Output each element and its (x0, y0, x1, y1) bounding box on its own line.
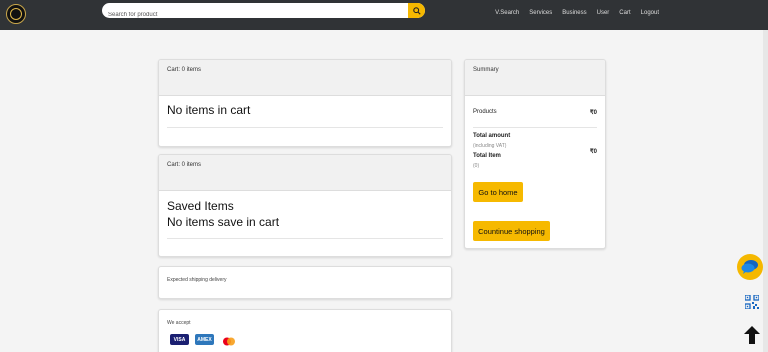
search-icon (412, 6, 421, 15)
shipping-card: Expected shipping delivery (158, 266, 452, 299)
logo-mark (10, 8, 22, 20)
top-navbar: V.Search Services Business User Cart Log… (0, 0, 768, 30)
total-amount-label: Total amount (473, 133, 511, 139)
total-amount-value: ₹0 (589, 149, 597, 155)
divider (167, 238, 443, 239)
nav-business[interactable]: Business (562, 10, 586, 16)
saved-cart-count: Cart: 0 items (167, 162, 202, 168)
nav-logout[interactable]: Logout (641, 10, 659, 16)
nav-cart[interactable]: Cart (619, 10, 630, 16)
amex-card-icon: AMEX (195, 334, 214, 345)
cart-count: Cart: 0 items (167, 67, 202, 73)
main-nav: V.Search Services Business User Cart Log… (495, 10, 659, 16)
saved-empty-message: No items save in cart (167, 215, 280, 229)
saved-items-title: Saved Items (167, 199, 234, 213)
search-bar (102, 3, 425, 18)
summary-title: Summary (473, 67, 499, 73)
arrow-up-icon (744, 326, 760, 344)
nav-vsearch[interactable]: V.Search (495, 10, 519, 16)
go-home-button[interactable]: Go to home (473, 182, 523, 202)
page-scrollbar[interactable] (763, 30, 768, 352)
saved-card-header: Cart: 0 items (159, 155, 451, 191)
saved-items-card: Cart: 0 items Saved Items No items save … (158, 154, 452, 257)
visa-card-icon: VISA (170, 334, 189, 345)
nav-services[interactable]: Services (529, 10, 552, 16)
nav-user[interactable]: User (597, 10, 610, 16)
products-label: Products (473, 109, 497, 115)
payment-label: We accept (167, 320, 191, 326)
continue-shopping-button[interactable]: Countinue shopping (473, 221, 550, 241)
scroll-to-top-button[interactable] (744, 326, 760, 344)
search-button[interactable] (408, 3, 425, 18)
divider (167, 127, 443, 128)
total-item-label: Total Item (473, 153, 501, 159)
qr-code-icon[interactable] (744, 294, 760, 310)
payment-methods-card: We accept VISA AMEX (158, 309, 452, 352)
cart-card-header: Cart: 0 items (159, 60, 451, 96)
chat-icon (741, 260, 758, 274)
summary-card: Summary Products ₹0 Total amount (includ… (464, 59, 606, 249)
mastercard-icon (221, 334, 237, 346)
cart-empty-message: No items in cart (167, 103, 251, 117)
logo[interactable] (6, 4, 26, 24)
cart-card: Cart: 0 items No items in cart (158, 59, 452, 147)
divider (473, 127, 597, 128)
chat-button[interactable] (737, 254, 763, 280)
shipping-label: Expected shipping delivery (167, 277, 227, 283)
summary-header: Summary (465, 60, 605, 96)
products-value: ₹0 (589, 110, 597, 116)
total-item-value: (0) (473, 163, 480, 169)
total-amount-note: (including VAT) (473, 143, 507, 149)
search-input[interactable] (102, 7, 402, 18)
